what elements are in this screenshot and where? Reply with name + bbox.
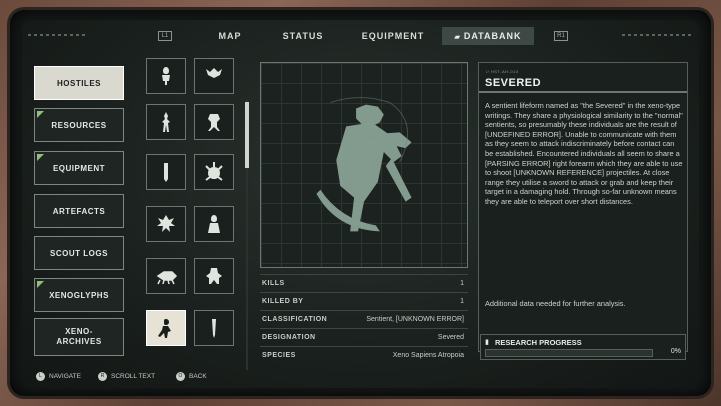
tab-left-key[interactable]: L1: [158, 31, 172, 41]
creature-icon: [157, 215, 175, 232]
menu-xeno-archives[interactable]: XENO- ARCHIVES: [34, 318, 124, 356]
thumb-scrollbar-handle[interactable]: [245, 102, 249, 168]
stat-label: KILLED BY: [262, 298, 304, 305]
hostile-model-viewer: [260, 62, 468, 268]
new-indicator-icon: [37, 154, 44, 161]
new-indicator-icon: [37, 111, 44, 118]
tab-map[interactable]: MAP: [200, 27, 260, 45]
creature-icon: [206, 68, 222, 78]
stat-value: Severed: [437, 334, 464, 341]
creature-icon: [162, 67, 170, 85]
stat-value: 1: [460, 298, 464, 305]
creature-icon: [208, 114, 220, 131]
entry-info-panel[interactable]: // HST-AH-013 SEVERED A sentient lifefor…: [478, 62, 688, 352]
tab-equipment[interactable]: EQUIPMENT: [352, 27, 434, 45]
databank-screen: L1 MAP STATUS EQUIPMENT ▰ DATABANK R1 HO…: [22, 20, 699, 388]
severed-figure-icon: [316, 97, 412, 232]
tab-status[interactable]: STATUS: [274, 27, 332, 45]
stat-value: Sentient, [UNKNOWN ERROR]: [366, 316, 464, 323]
menu-resources[interactable]: RESOURCES: [34, 108, 124, 142]
stat-label: KILLS: [262, 280, 285, 287]
menu-label: RESOURCES: [51, 120, 107, 130]
menu-label: XENO-: [65, 327, 93, 336]
creature-icon: [162, 112, 170, 132]
chart-icon: ▮: [485, 339, 489, 346]
circle-button-icon: O: [176, 372, 185, 381]
research-progress-percent: 0%: [670, 348, 681, 355]
entry-description: A sentient lifeform named as "the Severe…: [485, 101, 683, 206]
stat-value: Xeno Sapiens Atropoia: [392, 352, 464, 359]
creature-icon: [212, 319, 216, 338]
menu-label: ARTEFACTS: [52, 206, 106, 216]
stat-label: CLASSIFICATION: [262, 316, 328, 323]
menu-hostiles[interactable]: HOSTILES: [34, 66, 124, 100]
hostile-thumb[interactable]: [194, 258, 234, 294]
research-progress-panel: ▮ RESEARCH PROGRESS 0%: [480, 334, 686, 360]
creature-icon: [164, 163, 168, 182]
tab-databank[interactable]: ▰ DATABANK: [442, 27, 534, 45]
entry-title: SEVERED: [485, 77, 542, 89]
stat-value: 1: [460, 280, 464, 287]
stat-row-classification: CLASSIFICATION Sentient, [UNKNOWN ERROR]: [260, 310, 468, 328]
hostile-thumb[interactable]: [146, 58, 186, 94]
stat-row-species: SPECIES Xeno Sapiens Atropoia: [260, 346, 468, 364]
left-stick-icon: L: [36, 372, 45, 381]
hostile-thumb[interactable]: [194, 104, 234, 140]
hostile-stats-table: KILLS 1 KILLED BY 1 CLASSIFICATION Senti…: [260, 274, 468, 364]
tab-databank-label: DATABANK: [463, 31, 522, 41]
hostile-thumb[interactable]: [194, 58, 234, 94]
hint-label: BACK: [189, 373, 207, 381]
menu-artefacts[interactable]: ARTEFACTS: [34, 194, 124, 228]
hint-navigate[interactable]: L NAVIGATE: [36, 372, 81, 381]
stat-row-killed-by: KILLED BY 1: [260, 292, 468, 310]
hostile-thumb[interactable]: [146, 206, 186, 242]
entry-code: // HST-AH-013: [486, 69, 519, 74]
tab-right-key[interactable]: R1: [554, 31, 568, 41]
research-progress-bar: [485, 349, 653, 357]
stat-label: SPECIES: [262, 352, 296, 359]
menu-xenoglyphs[interactable]: XENOGLYPHS: [34, 278, 124, 312]
hostile-thumb[interactable]: [194, 154, 234, 190]
hint-scroll-text[interactable]: R SCROLL TEXT: [98, 372, 155, 381]
hostile-thumb[interactable]: [146, 154, 186, 190]
hint-label: NAVIGATE: [49, 373, 81, 381]
menu-label: HOSTILES: [56, 78, 101, 88]
hostile-thumb[interactable]: [194, 206, 234, 242]
menu-label: SCOUT LOGS: [50, 248, 108, 258]
decor-line: [28, 34, 88, 36]
hint-label: SCROLL TEXT: [111, 373, 156, 381]
hostile-thumb[interactable]: [146, 258, 186, 294]
hint-back[interactable]: O BACK: [176, 372, 207, 381]
top-tab-bar: L1 MAP STATUS EQUIPMENT ▰ DATABANK R1: [22, 24, 699, 45]
hostile-thumb[interactable]: [146, 104, 186, 140]
right-stick-icon: R: [98, 372, 107, 381]
creature-icon: [156, 271, 178, 285]
severed-icon: [158, 319, 171, 338]
menu-label: XENOGLYPHS: [49, 290, 109, 300]
stat-row-designation: DESIGNATION Severed: [260, 328, 468, 346]
menu-equipment[interactable]: EQUIPMENT: [34, 151, 124, 185]
creature-icon: [205, 162, 223, 181]
decor-line: [622, 34, 692, 36]
stat-label: DESIGNATION: [262, 334, 316, 341]
stat-row-kills: KILLS 1: [260, 274, 468, 292]
title-divider: [479, 91, 687, 93]
hostile-thumb[interactable]: [194, 310, 234, 346]
entry-additional-note: Additional data needed for further analy…: [485, 299, 626, 308]
hostile-thumb-selected[interactable]: [146, 310, 186, 346]
menu-label: ARCHIVES: [56, 337, 102, 346]
research-progress-label: RESEARCH PROGRESS: [495, 338, 582, 347]
folder-icon: ▰: [454, 34, 464, 41]
creature-icon: [208, 215, 220, 233]
new-indicator-icon: [37, 281, 44, 288]
menu-label: EQUIPMENT: [52, 163, 106, 173]
creature-icon: [206, 268, 222, 284]
menu-scout-logs[interactable]: SCOUT LOGS: [34, 236, 124, 270]
